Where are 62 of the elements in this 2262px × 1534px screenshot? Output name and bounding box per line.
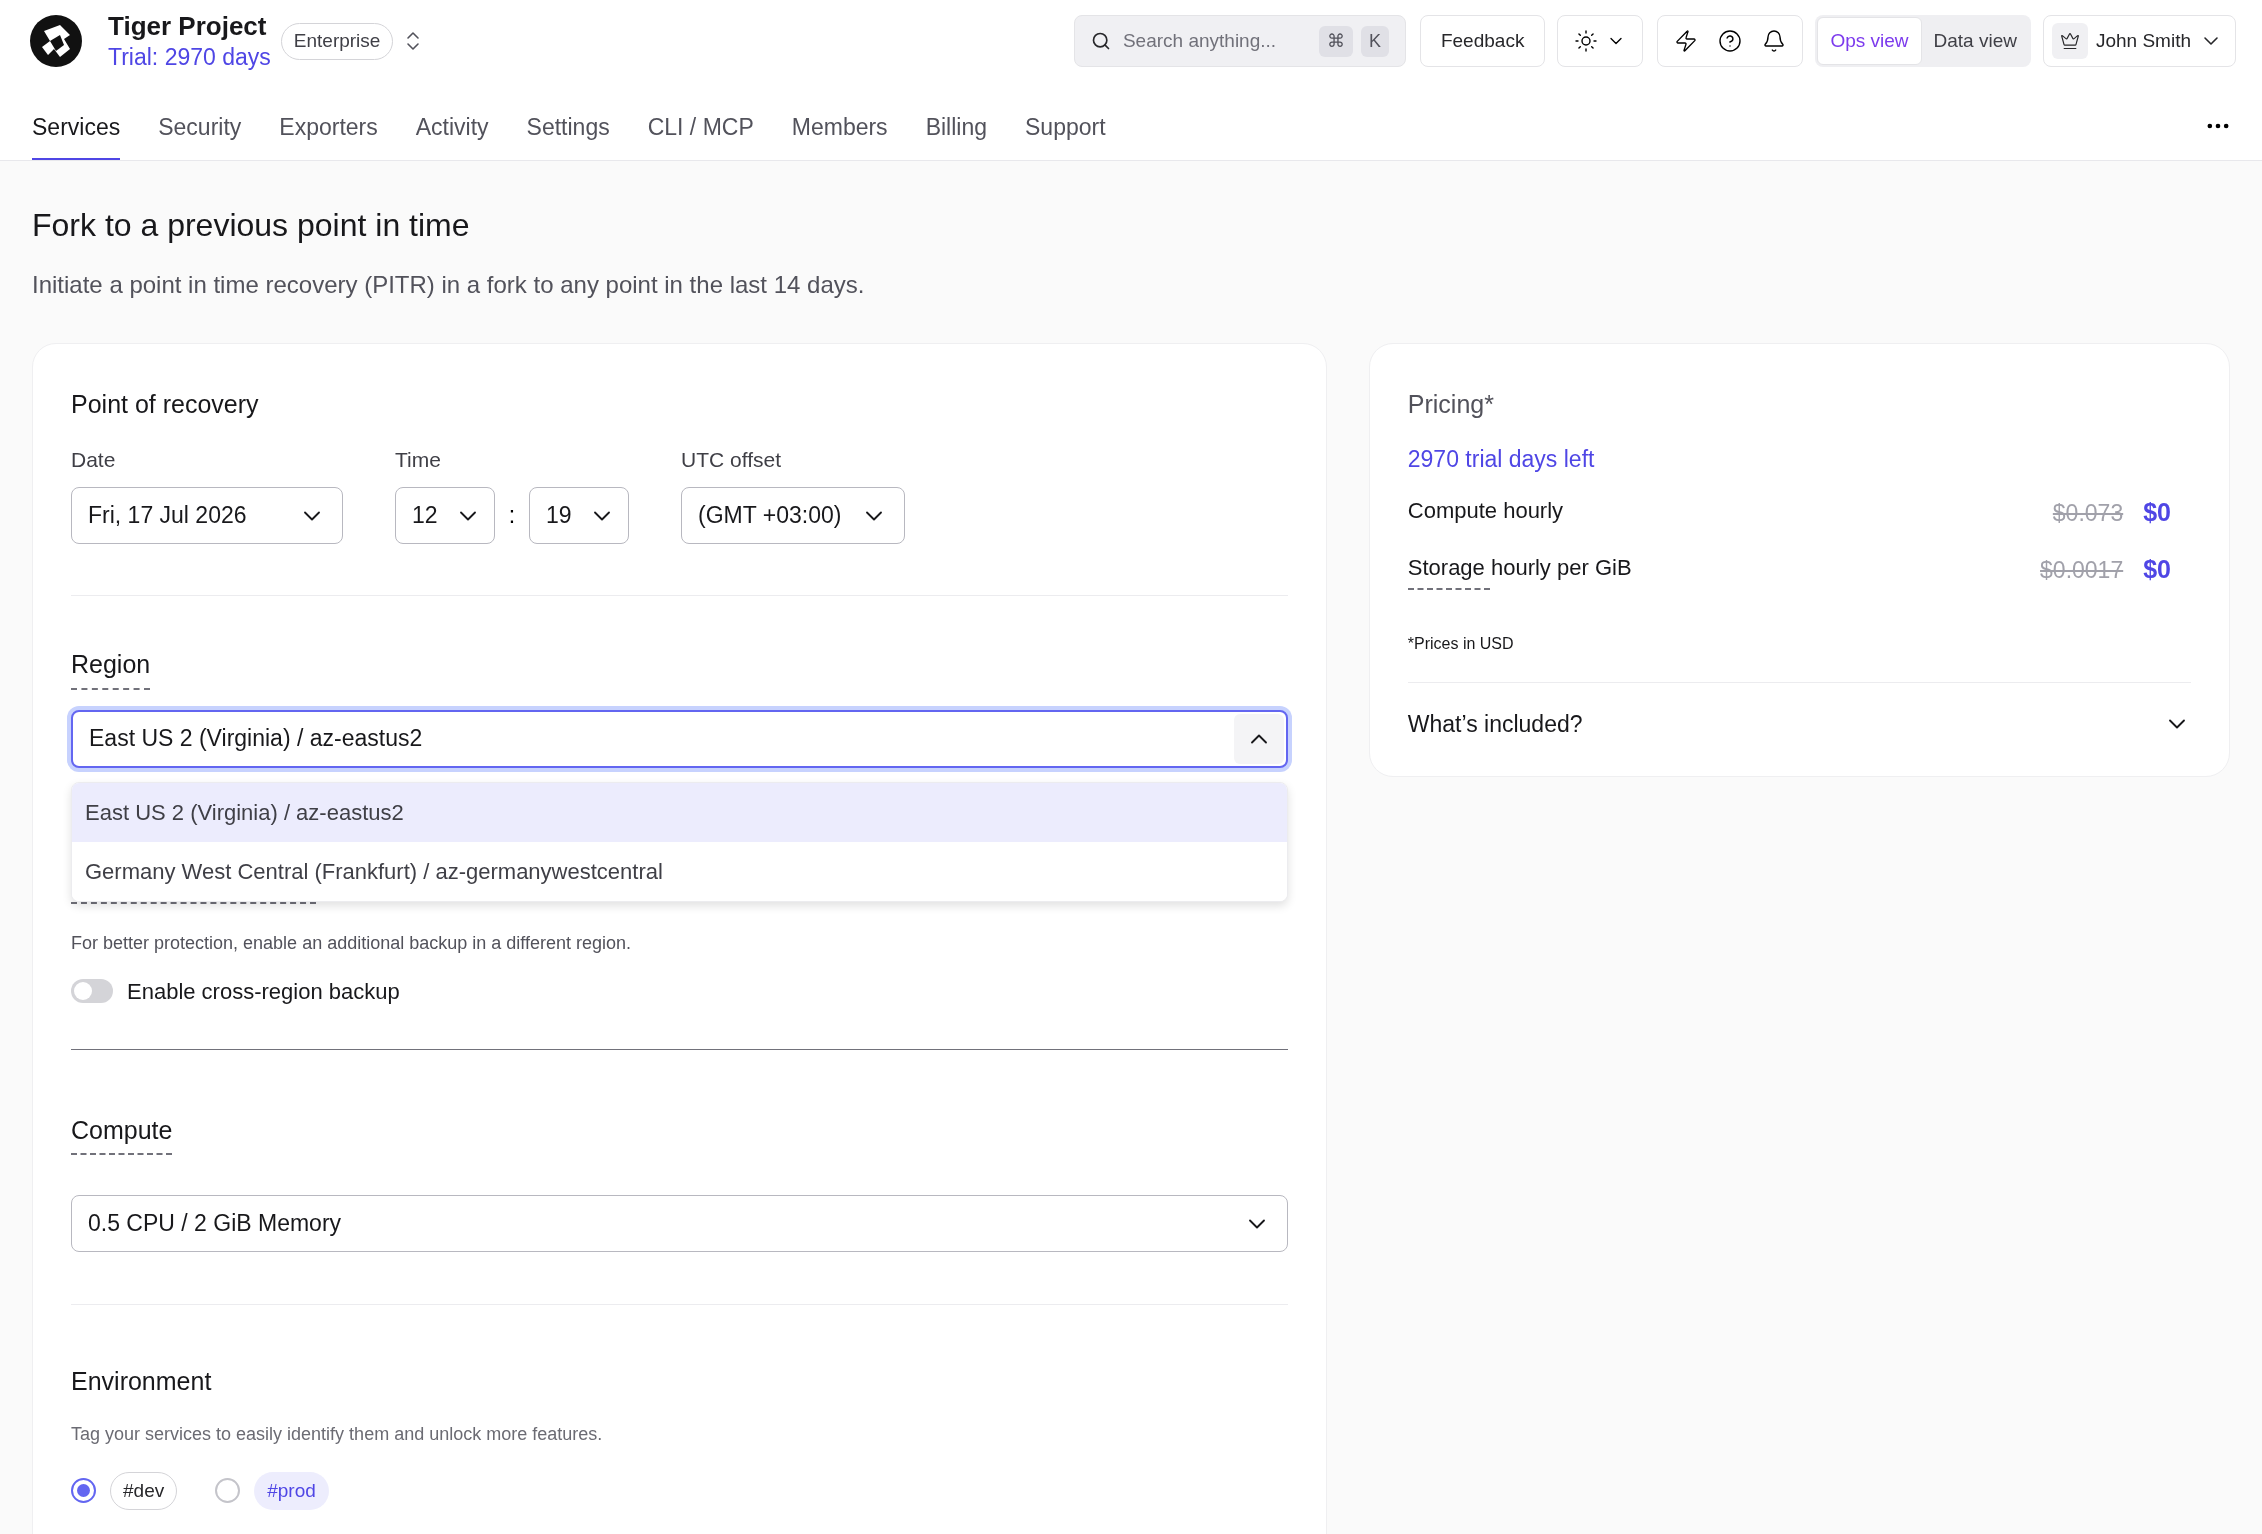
tiger-logo-icon	[30, 15, 82, 67]
search-field[interactable]: Search anything...	[1122, 26, 1313, 56]
nav-tab[interactable]: Security	[158, 109, 242, 160]
nav-tab[interactable]: Activity	[415, 109, 489, 160]
price-label: Storage hourly per GiB	[1407, 551, 1632, 590]
section-description: Tag your services to easily identify them and unlock more features.	[71, 1422, 604, 1446]
utc-offset-select[interactable]: (GMT +03:00)	[681, 487, 905, 544]
nav-tab[interactable]: Billing	[925, 109, 987, 160]
date-select[interactable]: Fri, 17 Jul 2026	[71, 487, 343, 544]
nav-tab[interactable]: Support	[1025, 109, 1106, 160]
page-title: Fork to a previous point in time	[32, 206, 471, 245]
view-tab[interactable]: Ops view	[1817, 17, 1922, 65]
radio-button[interactable]	[215, 1478, 241, 1504]
section-heading: Environment	[71, 1366, 212, 1397]
nav-tab[interactable]: Members	[791, 109, 888, 160]
nav-tab[interactable]: Settings	[526, 109, 610, 160]
feedback-button[interactable]: Feedback	[1419, 15, 1546, 67]
region-option[interactable]: Germany West Central (Frankfurt) / az-germanywestcentral	[72, 841, 1287, 901]
notifications-icon[interactable]	[1762, 29, 1787, 53]
price-label: Compute hourly	[1407, 497, 1564, 525]
environment-tag: #prod	[254, 1471, 329, 1510]
currency-footnote: *Prices in USD	[1407, 634, 1515, 654]
crown-icon	[2051, 23, 2088, 59]
sun-icon	[1574, 29, 1599, 53]
region-option[interactable]: East US 2 (Virginia) / az-eastus2	[72, 782, 1287, 842]
trial-link[interactable]: Trial: 2970 days	[108, 42, 271, 72]
search-icon	[1090, 31, 1111, 51]
lightning-icon[interactable]	[1674, 29, 1699, 53]
toggle-label: Enable cross-region backup	[127, 977, 400, 1006]
hour-select[interactable]: 12	[395, 487, 495, 544]
original-price: $0.0017	[2040, 555, 2124, 585]
compute-select[interactable]: 0.5 CPU / 2 GiB Memory	[71, 1195, 1288, 1252]
theme-button[interactable]	[1557, 15, 1644, 67]
trial-days-link[interactable]: 2970 trial days left	[1407, 441, 2191, 476]
section-heading: Compute	[71, 1111, 173, 1155]
trial-price: $0	[2143, 554, 2171, 585]
search-bar[interactable]: Search anything... ⌘ K	[1073, 15, 1406, 67]
help-icon[interactable]	[1718, 29, 1743, 53]
nav-tab[interactable]: Exporters	[279, 109, 378, 160]
field-label: Date	[71, 446, 117, 473]
trial-price: $0	[2143, 497, 2171, 528]
field-label: Time	[395, 446, 442, 473]
pricing-title: Pricing*	[1407, 389, 1495, 420]
radio-button[interactable]	[71, 1478, 96, 1504]
page-subtitle: Initiate a point in time recovery (PITR) in a fork to any point in the last 14 days.	[32, 270, 866, 300]
minute-select[interactable]: 19	[529, 487, 629, 544]
field-label: UTC offset	[681, 446, 782, 473]
chevron-up-icon	[1233, 713, 1284, 764]
shortcut-key: K	[1360, 25, 1389, 57]
nav-tab[interactable]: Services	[32, 109, 121, 160]
nav-tab[interactable]: CLI / MCP	[647, 109, 754, 160]
toggle-switch[interactable]	[71, 979, 113, 1003]
shortcut-key: ⌘	[1318, 25, 1353, 57]
original-price: $0.073	[2052, 498, 2124, 528]
user-menu-button[interactable]: John Smith	[2042, 15, 2236, 67]
view-tab[interactable]: Data view	[1921, 17, 2029, 65]
whats-included-toggle[interactable]: What’s included?	[1407, 707, 2191, 742]
section-heading: Point of recovery	[71, 389, 259, 420]
section-heading: Region	[71, 646, 151, 690]
project-name: Tiger Project	[108, 10, 268, 43]
section-description: For better protection, enable an additional backup in a different region.	[71, 931, 633, 955]
time-separator: :	[507, 501, 517, 531]
